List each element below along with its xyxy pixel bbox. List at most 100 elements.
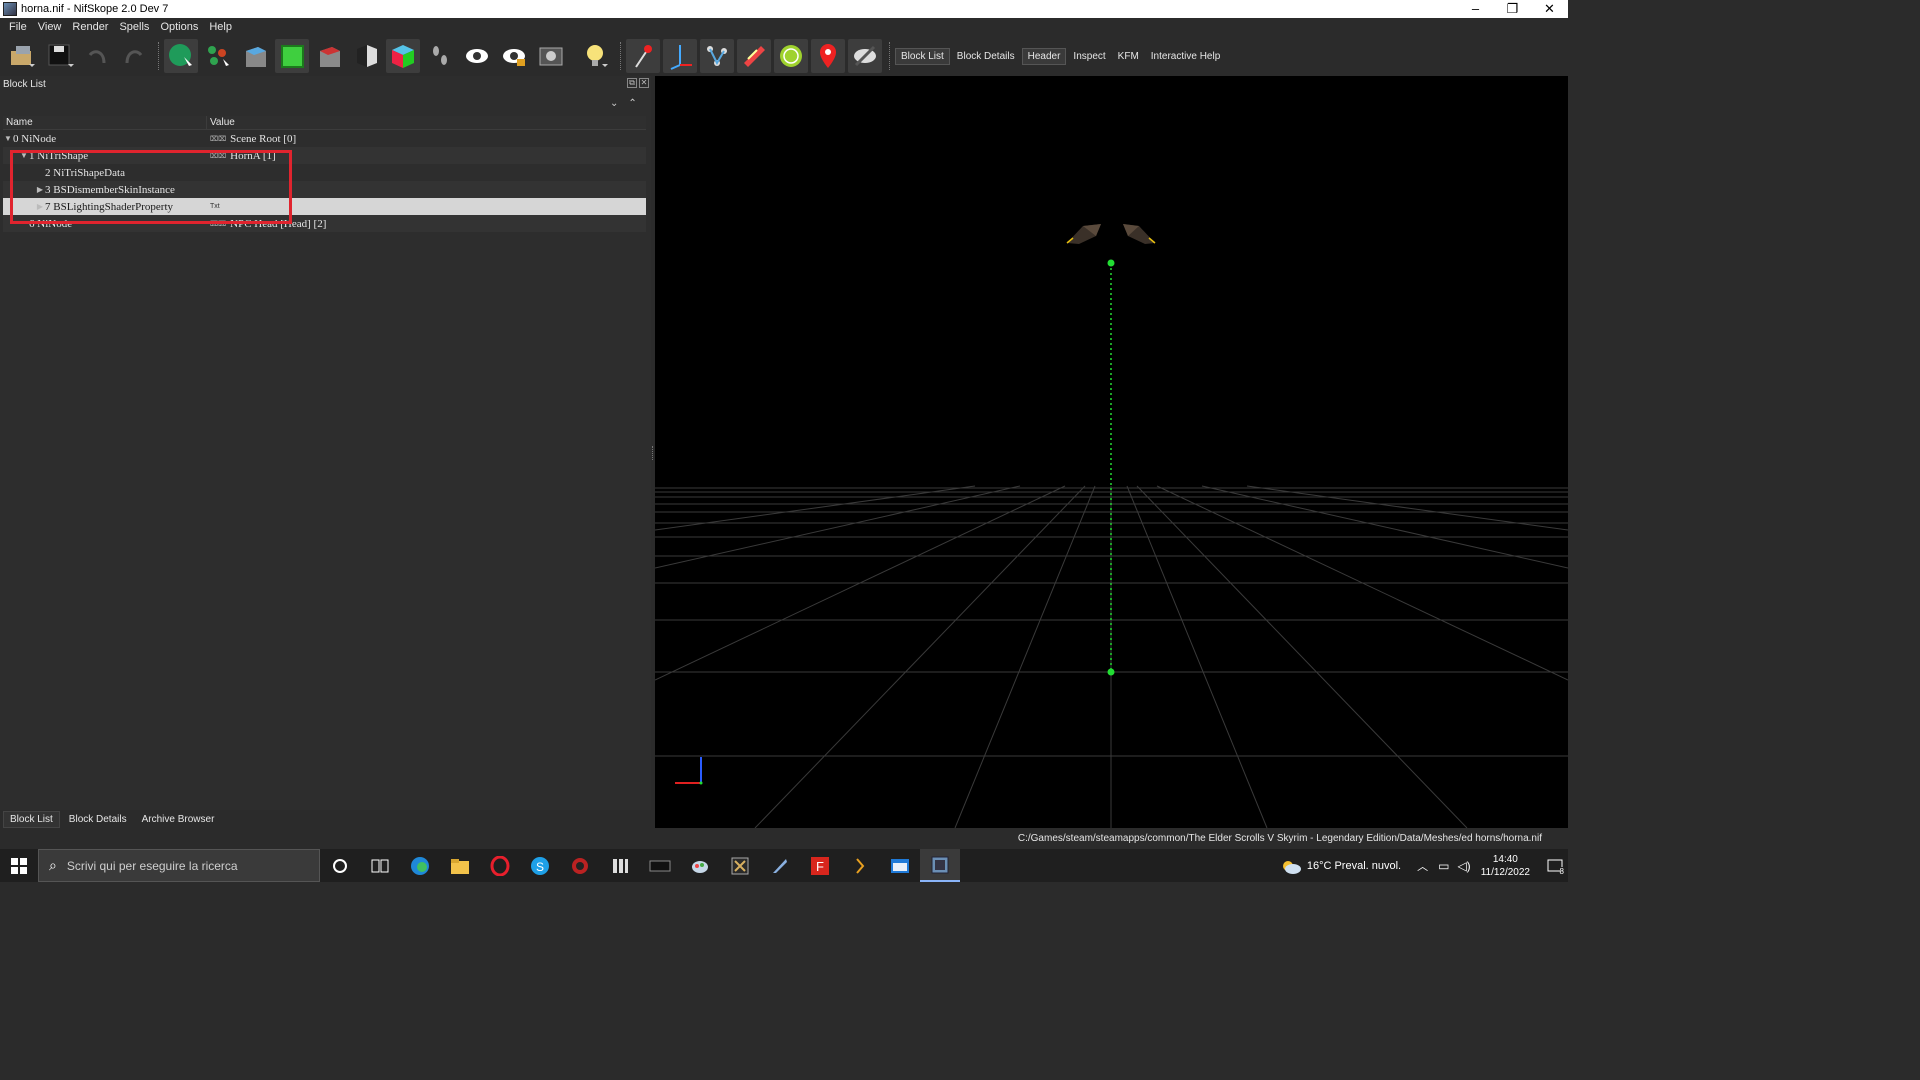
textured-cube-icon[interactable] [386, 39, 420, 73]
save-icon[interactable] [43, 39, 77, 73]
maximize-button[interactable]: ❐ [1494, 0, 1531, 18]
screenshot-icon[interactable] [534, 39, 568, 73]
expanded-arrow-icon[interactable]: ▼ [19, 151, 29, 160]
search-placeholder: Scrivi qui per eseguire la ricerca [66, 858, 238, 873]
chevron-up-icon[interactable]: ︿ [1417, 858, 1428, 874]
menu-render[interactable]: Render [67, 21, 114, 33]
show-nodes-icon[interactable] [626, 39, 660, 73]
footsteps-icon[interactable] [423, 39, 457, 73]
render-viewport[interactable] [655, 76, 1568, 828]
menu-options[interactable]: Options [155, 21, 204, 33]
toolbar-tab-inspect[interactable]: Inspect [1068, 49, 1110, 64]
wireframe-box-icon[interactable] [275, 39, 309, 73]
toolbar-tab-block-details[interactable]: Block Details [952, 49, 1020, 64]
toolbar-tab-block-list[interactable]: Block List [895, 47, 950, 65]
quill-app-icon[interactable] [760, 849, 800, 882]
toolbar: Block List Block Details Header Inspect … [0, 36, 1568, 76]
horn-mesh[interactable] [1066, 224, 1156, 244]
collapsed-arrow-icon[interactable]: ▶ [35, 202, 45, 211]
float-panel-icon[interactable]: ⧉ [627, 78, 637, 88]
column-header-value[interactable]: Value [207, 116, 235, 129]
eye-lock-icon[interactable] [497, 39, 531, 73]
dock-tab-block-list[interactable]: Block List [3, 810, 60, 828]
f-app-icon[interactable]: F [800, 849, 840, 882]
eye-icon[interactable] [460, 39, 494, 73]
select-vertex-icon[interactable] [201, 39, 235, 73]
file-explorer-icon[interactable] [440, 849, 480, 882]
menu-view[interactable]: View [33, 21, 68, 33]
grid-app-icon[interactable] [600, 849, 640, 882]
taskbar-search-input[interactable]: ⌕ Scrivi qui per eseguire la ricerca [38, 849, 320, 882]
toolbar-tab-kfm[interactable]: KFM [1113, 49, 1144, 64]
task-view-icon[interactable] [360, 849, 400, 882]
redo-icon[interactable] [117, 39, 151, 73]
menu-file[interactable]: File [4, 21, 33, 33]
clock[interactable]: 14:40 11/12/2022 [1481, 853, 1530, 879]
column-header-name[interactable]: Name [3, 116, 207, 129]
tree-row[interactable]: ▼ 1 NiTriShape ⌧⌧ HornA [1] [3, 147, 646, 164]
chevron-app-icon[interactable] [840, 849, 880, 882]
toolbar-tab-interactive-help[interactable]: Interactive Help [1146, 49, 1225, 64]
svg-text:F: F [816, 859, 824, 874]
box-view-icon[interactable] [238, 39, 272, 73]
tree-row[interactable]: ▼ 0 NiNode ⌧⌧ Scene Root [0] [3, 130, 646, 147]
block-name: 2 NiTriShapeData [45, 166, 125, 179]
collapsed-arrow-icon[interactable]: ▶ [35, 185, 45, 194]
minimize-button[interactable]: – [1457, 0, 1494, 18]
block-name: 1 NiTriShape [29, 149, 89, 162]
show-constraints-icon[interactable] [774, 39, 808, 73]
show-markers-icon[interactable] [811, 39, 845, 73]
menu-spells[interactable]: Spells [114, 21, 155, 33]
dock-tab-archive-browser[interactable]: Archive Browser [136, 812, 221, 827]
close-panel-icon[interactable]: ✕ [639, 78, 649, 88]
node-icon: ⌧⌧ [210, 152, 227, 160]
node-icon: ⌧⌧ [210, 220, 227, 228]
file-path-status: C:/Games/steam/steamapps/common/The Elde… [1017, 833, 1542, 844]
show-hidden-icon[interactable] [848, 39, 882, 73]
close-button[interactable]: ✕ [1531, 0, 1568, 18]
collapse-all-icon[interactable]: ⌃ [628, 98, 636, 109]
edge-browser-icon[interactable] [400, 849, 440, 882]
nifskope-taskbar-icon[interactable] [920, 849, 960, 882]
creation-kit-icon[interactable] [720, 849, 760, 882]
red-app-icon[interactable] [560, 849, 600, 882]
show-collision-icon[interactable] [737, 39, 771, 73]
toolbar-separator [158, 42, 160, 70]
network-icon[interactable]: ▭ [1438, 859, 1449, 873]
weather-widget[interactable]: 16°C Preval. nuvol. [1280, 858, 1401, 874]
tree-row-selected[interactable]: ▶ 7 BSLightingShaderProperty Txt [3, 198, 646, 215]
tree-header: Name Value [3, 116, 646, 130]
show-skeleton-icon[interactable] [700, 39, 734, 73]
tree-row[interactable]: 2 NiTriShapeData [3, 164, 646, 181]
show-axes-icon[interactable] [663, 39, 697, 73]
volume-icon[interactable]: ◁) [1457, 859, 1470, 873]
dock-tab-block-details[interactable]: Block Details [63, 812, 133, 827]
node-marker-top[interactable] [1107, 259, 1115, 267]
menu-help[interactable]: Help [204, 21, 238, 33]
node-marker-bottom[interactable] [1107, 668, 1115, 676]
opera-icon[interactable] [480, 849, 520, 882]
clock-date: 11/12/2022 [1480, 866, 1530, 878]
block-tree: Name Value ▼ 0 NiNode ⌧⌧ Scene Root [0] ▼ 1… [3, 116, 646, 232]
windows-taskbar: ⌕ Scrivi qui per eseguire la ricerca S F… [0, 849, 1568, 882]
solid-box-icon[interactable] [312, 39, 346, 73]
cortana-icon[interactable] [320, 849, 360, 882]
toolbar-tab-header[interactable]: Header [1021, 47, 1067, 65]
expand-all-icon[interactable]: ⌄ [610, 98, 618, 109]
skype-icon[interactable]: S [520, 849, 560, 882]
tree-row[interactable]: ▶ 3 BSDismemberSkinInstance [3, 181, 646, 198]
select-object-icon[interactable] [164, 39, 198, 73]
shade-half-icon[interactable] [349, 39, 383, 73]
tree-row[interactable]: 6 NiNode ⌧⌧ NPC Head [Head] [2] [3, 215, 646, 232]
window-app-icon[interactable] [880, 849, 920, 882]
status-bar: C:/Games/steam/steamapps/common/The Elde… [0, 828, 1568, 849]
block-list-title: Block List [3, 79, 46, 90]
lightbulb-icon[interactable] [579, 39, 613, 73]
paint-app-icon[interactable] [680, 849, 720, 882]
expanded-arrow-icon[interactable]: ▼ [3, 134, 13, 143]
notification-icon[interactable]: 8 [1542, 849, 1568, 882]
dark-app-icon[interactable] [640, 849, 680, 882]
start-button[interactable] [0, 849, 38, 882]
undo-icon[interactable] [80, 39, 114, 73]
load-icon[interactable] [6, 39, 40, 73]
